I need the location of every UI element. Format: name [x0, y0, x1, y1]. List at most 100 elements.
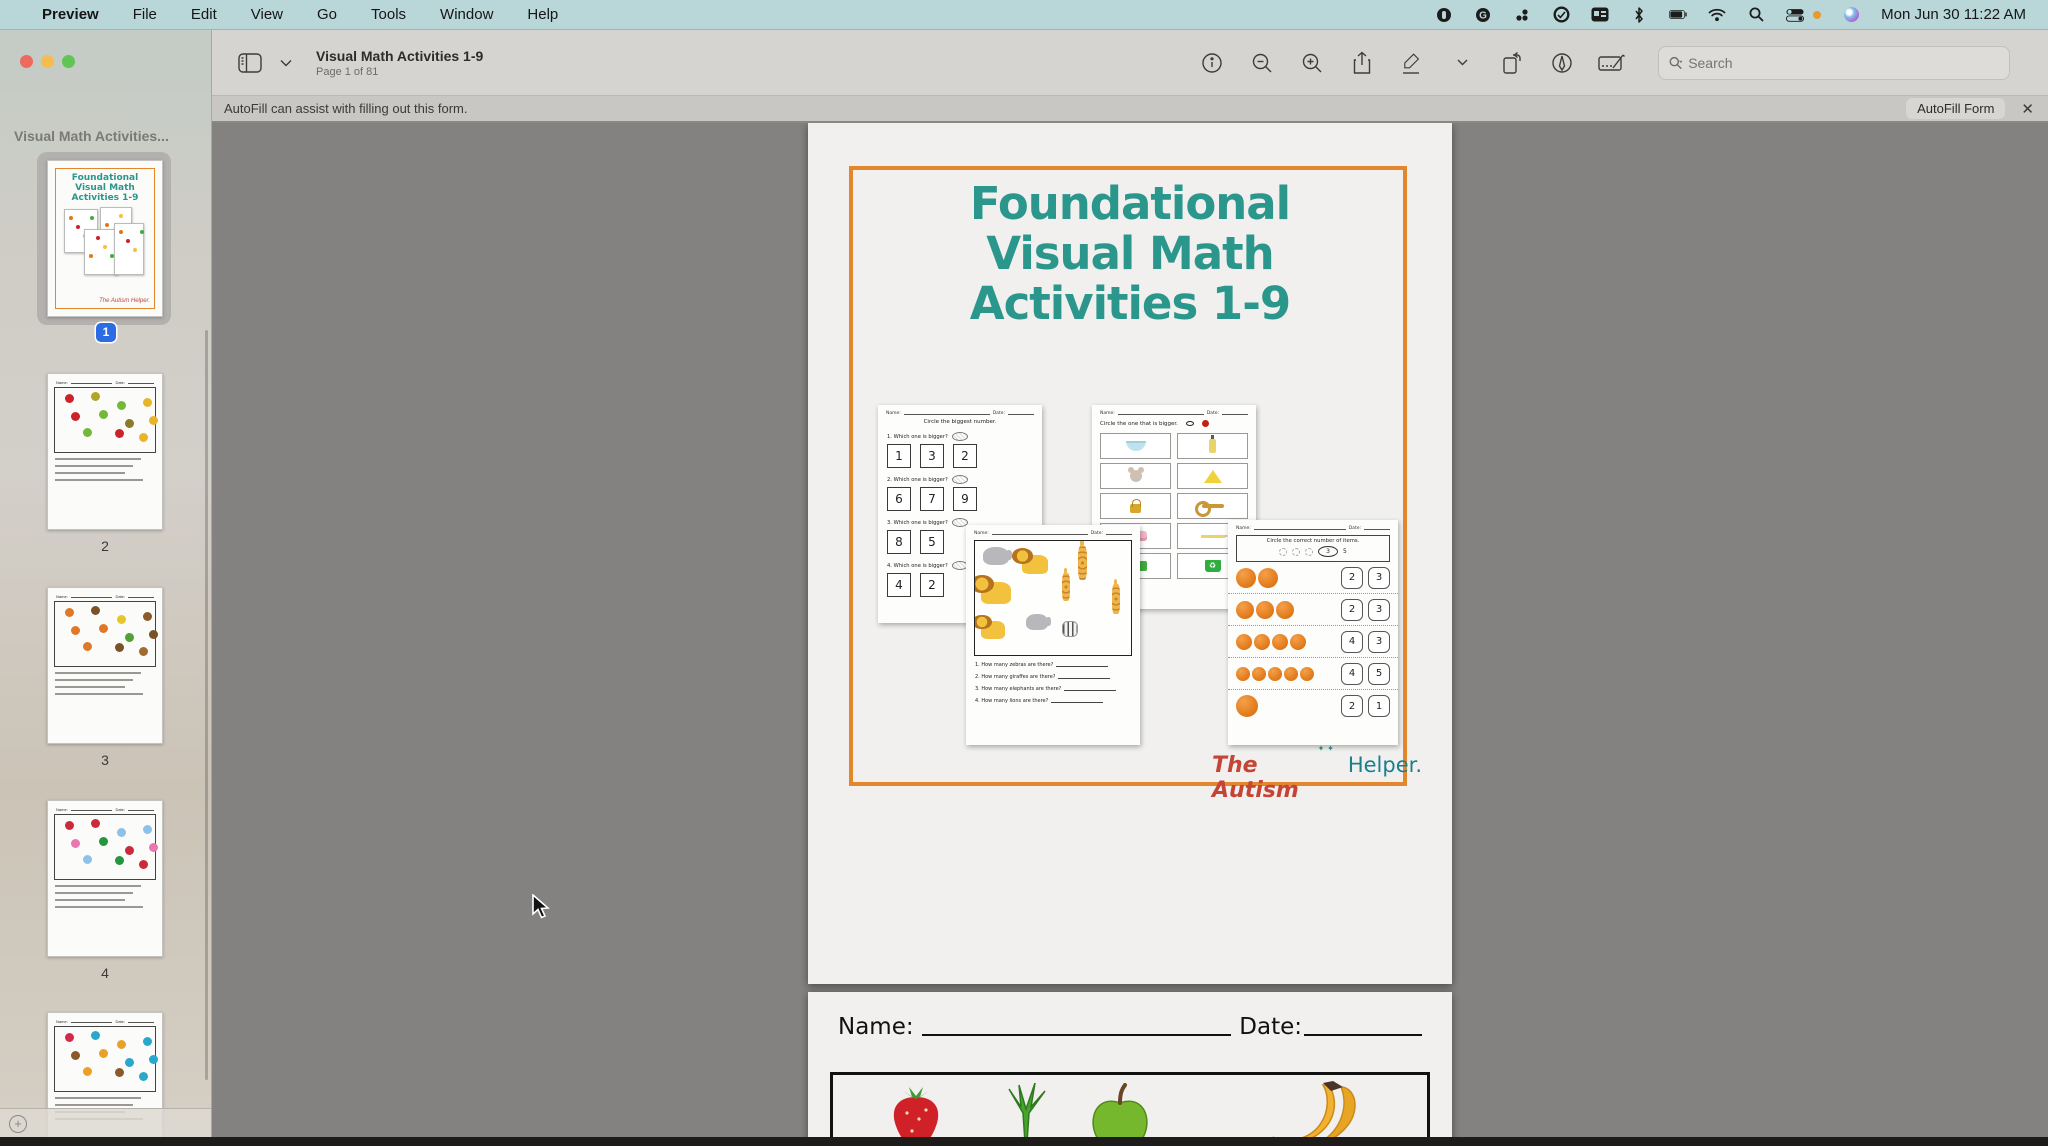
search-input[interactable]	[1688, 55, 1999, 71]
input-source-icon[interactable]	[1591, 6, 1609, 24]
answer-blank-line	[1051, 702, 1103, 703]
signature-icon[interactable]	[1598, 49, 1626, 77]
mini-item-dot	[99, 837, 108, 846]
knot-icon[interactable]	[1552, 6, 1570, 24]
orange-icon	[1236, 568, 1256, 588]
orange-group	[1236, 667, 1314, 681]
search-field[interactable]	[1658, 46, 2010, 80]
mini-item-dot	[149, 630, 158, 639]
control-center-icon[interactable]	[1786, 6, 1804, 24]
mini-item-dot	[125, 1058, 134, 1067]
mini-item-dot	[125, 419, 134, 428]
cheese-icon	[1204, 470, 1222, 483]
orange-group	[1236, 695, 1258, 717]
record-icon[interactable]	[1435, 6, 1453, 24]
menu-clock[interactable]: Mon Jun 30 11:22 AM	[1881, 6, 2026, 23]
date-label: Date:	[115, 380, 125, 385]
minimize-window-button[interactable]	[41, 55, 54, 68]
rotate-icon[interactable]	[1498, 49, 1526, 77]
number-box: 3	[920, 444, 944, 468]
sidebar-scrollbar[interactable]	[205, 330, 208, 1080]
zoom-out-icon[interactable]	[1248, 49, 1276, 77]
sidebar-footer: +	[0, 1108, 212, 1138]
thumbnail-page-3[interactable]: Name: Date:	[47, 587, 163, 744]
wifi-icon[interactable]	[1708, 6, 1726, 24]
name-blank-line[interactable]	[922, 1034, 1232, 1036]
thumbnail-page-1[interactable]: FoundationalVisual MathActivities 1-9The…	[47, 160, 163, 317]
mini-item-dot	[125, 633, 134, 642]
mini-name-date-line: Name:Date:	[48, 1013, 162, 1024]
markup-pencil-icon[interactable]	[1398, 49, 1426, 77]
date-blank-line[interactable]	[1304, 1034, 1422, 1036]
item-cell	[1177, 493, 1248, 519]
date-label: Date:	[115, 594, 125, 599]
name-label: Name:	[56, 594, 68, 599]
item-cell	[1177, 463, 1248, 489]
mini-collage-sheet	[84, 229, 118, 275]
menu-item-preview[interactable]: Preview	[42, 6, 99, 23]
mini-item-dot	[99, 624, 108, 633]
number-choices: 45	[1341, 663, 1390, 685]
orange-icon	[1236, 695, 1258, 717]
mini-item-dot	[99, 1049, 108, 1058]
mini-question-line	[55, 885, 155, 887]
date-label: Date:	[993, 411, 1005, 416]
menu-item-window[interactable]: Window	[440, 6, 493, 23]
info-icon[interactable]	[1198, 49, 1226, 77]
item-cell	[1100, 433, 1171, 459]
document-view[interactable]: Foundational Visual Math Activities 1-9 …	[212, 123, 2048, 1146]
mini-cover-title: FoundationalVisual MathActivities 1-9	[48, 173, 162, 203]
menu-item-file[interactable]: File	[133, 6, 157, 23]
mini-item-dot	[91, 1031, 100, 1040]
orange-group	[1236, 568, 1278, 588]
bluetooth-icon[interactable]	[1630, 6, 1648, 24]
mini-item-dot	[83, 855, 92, 864]
menu-item-tools[interactable]: Tools	[371, 6, 406, 23]
menu-item-help[interactable]: Help	[527, 6, 558, 23]
sink-icon	[1126, 441, 1146, 451]
giraffe-icon	[1078, 546, 1087, 580]
mini-item-dot	[143, 1037, 152, 1046]
orange-icon	[1284, 667, 1298, 681]
siri-icon[interactable]	[1842, 6, 1860, 24]
thumbnail-page-4[interactable]: Name:Date:	[47, 800, 163, 957]
zebra-icon	[1062, 621, 1078, 637]
dots-app-icon[interactable]	[1513, 6, 1531, 24]
mini-item-dot	[143, 612, 152, 621]
autofill-form-button[interactable]: AutoFill Form	[1906, 98, 2005, 119]
sidebar-toggle-icon[interactable]	[236, 49, 264, 77]
mini-item-dot	[96, 236, 100, 240]
menu-item-go[interactable]: Go	[317, 6, 337, 23]
date-blank-line	[128, 383, 154, 384]
mini-item-dot	[115, 856, 124, 865]
question-text: 1. Which one is bigger?	[887, 432, 1042, 441]
mini-question-line	[55, 892, 155, 894]
close-icon[interactable]: ✕	[2021, 100, 2034, 118]
battery-icon[interactable]	[1669, 6, 1687, 24]
mini-item-dot	[83, 642, 92, 651]
mini-item-dot	[91, 606, 100, 615]
zoom-window-button[interactable]	[62, 55, 75, 68]
plus-icon[interactable]: +	[9, 1115, 27, 1133]
mini-item-dot	[65, 821, 74, 830]
draw-icon[interactable]	[1548, 49, 1576, 77]
menu-item-edit[interactable]: Edit	[191, 6, 217, 23]
menu-item-view[interactable]: View	[251, 6, 283, 23]
share-icon[interactable]	[1348, 49, 1376, 77]
mini-item-dot	[83, 428, 92, 437]
orange-icon	[1258, 568, 1278, 588]
mini-item-dot	[149, 843, 158, 852]
instruction-row: Circle the one that is bigger.	[1092, 416, 1256, 427]
zoom-in-icon[interactable]	[1298, 49, 1326, 77]
mini-name-date-line: Name:Date:	[1228, 520, 1398, 531]
markup-chevron-icon[interactable]	[1448, 49, 1476, 77]
close-window-button[interactable]	[20, 55, 33, 68]
mini-item-dot	[133, 248, 137, 252]
spotlight-icon[interactable]	[1747, 6, 1765, 24]
date-blank-line	[128, 1022, 154, 1023]
pencil-icon	[1201, 535, 1225, 538]
chevron-down-icon[interactable]	[272, 49, 300, 77]
grammarly-icon[interactable]: G	[1474, 6, 1492, 24]
page-number-label: 2	[47, 538, 163, 554]
thumbnail-page-2[interactable]: Name:Date:	[47, 373, 163, 530]
